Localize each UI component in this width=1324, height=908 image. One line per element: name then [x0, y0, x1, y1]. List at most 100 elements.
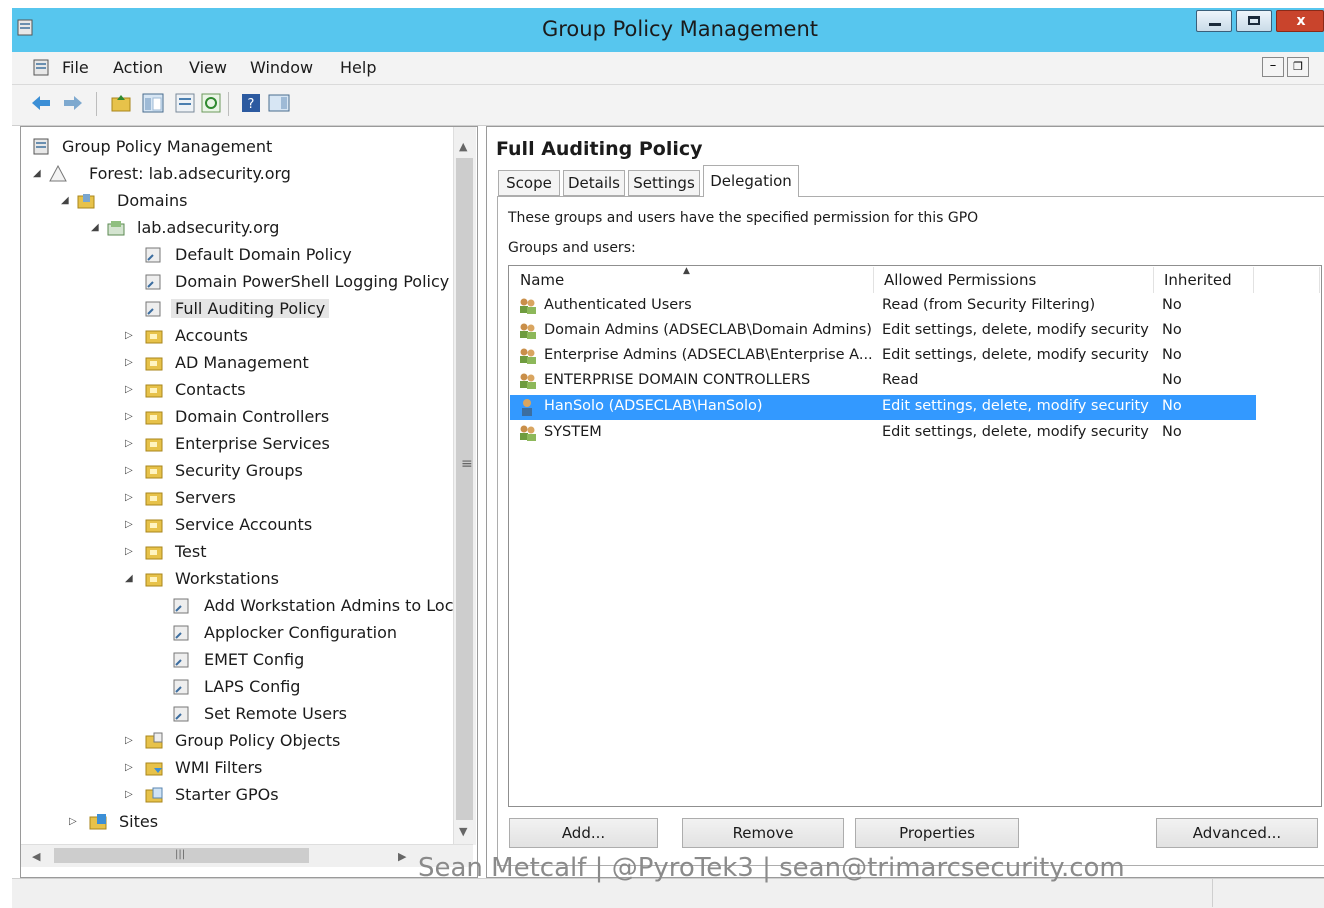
- menu-view[interactable]: View: [189, 58, 227, 77]
- maximize-button[interactable]: [1236, 10, 1272, 32]
- gpo-link-icon: [173, 678, 191, 696]
- scroll-left-icon[interactable]: ◀: [32, 850, 40, 863]
- tree-label: AD Management: [175, 353, 309, 372]
- row-inherited: No: [1162, 347, 1182, 363]
- help-icon: ?: [242, 94, 260, 112]
- user-icon: [518, 398, 538, 416]
- forward-button[interactable]: [62, 92, 84, 114]
- column-header-name[interactable]: Name: [510, 267, 874, 293]
- tree-label: Contacts: [175, 380, 246, 399]
- tree-vertical-scroll-thumb[interactable]: [456, 158, 473, 820]
- expand-icon[interactable]: ▷: [125, 465, 135, 476]
- expand-icon[interactable]: ▷: [125, 357, 135, 368]
- watermark-text: Sean Metcalf | @PyroTek3 | sean@trimarcs…: [418, 853, 1125, 883]
- expand-icon[interactable]: ▷: [125, 735, 135, 746]
- tree-label: Workstations: [175, 569, 279, 588]
- row-inherited: No: [1162, 297, 1182, 313]
- svg-text:?: ?: [248, 97, 255, 112]
- ou-folder-icon: [145, 327, 163, 345]
- expand-icon[interactable]: ▷: [125, 438, 135, 449]
- tab-details[interactable]: Details: [563, 170, 625, 196]
- tab-scope[interactable]: Scope: [498, 170, 560, 196]
- expand-icon[interactable]: ▷: [125, 411, 135, 422]
- up-folder-button[interactable]: [110, 92, 132, 114]
- tree-label: Group Policy Objects: [175, 731, 341, 750]
- minimize-button[interactable]: [1196, 10, 1232, 32]
- scroll-right-icon[interactable]: ▶: [398, 850, 406, 863]
- row-name: SYSTEM: [544, 424, 602, 440]
- menu-file[interactable]: File: [62, 58, 89, 77]
- permission-row[interactable]: ENTERPRISE DOMAIN CONTROLLERS Read No: [510, 369, 1256, 394]
- gpo-link-icon: [173, 624, 191, 642]
- tab-delegation[interactable]: Delegation: [703, 165, 799, 197]
- mdi-restore-button[interactable]: ❐: [1287, 57, 1309, 77]
- properties-button[interactable]: Properties: [855, 818, 1019, 848]
- collapse-icon[interactable]: ◢: [33, 168, 43, 179]
- tree-label: WMI Filters: [175, 758, 263, 777]
- menu-help[interactable]: Help: [340, 58, 376, 77]
- permission-row-selected[interactable]: HanSolo (ADSECLAB\HanSolo) Edit settings…: [510, 395, 1256, 420]
- tree-label: Group Policy Management: [62, 137, 273, 156]
- expand-icon[interactable]: ▷: [125, 789, 135, 800]
- tree-label: LAPS Config: [204, 677, 301, 696]
- permission-row[interactable]: Domain Admins (ADSECLAB\Domain Admins) E…: [510, 319, 1256, 344]
- tree-label: Enterprise Services: [175, 434, 330, 453]
- ou-folder-icon: [145, 381, 163, 399]
- help-button[interactable]: ?: [240, 92, 262, 114]
- collapse-icon[interactable]: ◢: [61, 195, 71, 206]
- row-inherited: No: [1162, 322, 1182, 338]
- expand-icon[interactable]: ▷: [125, 492, 135, 503]
- permission-row[interactable]: Enterprise Admins (ADSECLAB\Enterprise A…: [510, 344, 1256, 369]
- close-button[interactable]: x: [1276, 10, 1324, 32]
- scroll-down-icon[interactable]: ▼: [459, 825, 467, 838]
- mdi-minimize-button[interactable]: –: [1262, 57, 1284, 77]
- collapse-icon[interactable]: ◢: [125, 573, 135, 584]
- console-tree[interactable]: Group Policy Management ◢ Forest: lab.ad…: [20, 126, 478, 878]
- domain-icon: [107, 219, 125, 237]
- expand-icon[interactable]: ▷: [69, 816, 79, 827]
- menu-window[interactable]: Window: [250, 58, 313, 77]
- gpm-root-icon: [33, 138, 51, 156]
- sites-icon: [89, 813, 107, 831]
- expand-icon[interactable]: ▷: [125, 384, 135, 395]
- add-button[interactable]: Add...: [509, 818, 658, 848]
- expand-icon[interactable]: ▷: [125, 546, 135, 557]
- row-permission: Read (from Security Filtering): [882, 297, 1096, 313]
- row-permission: Edit settings, delete, modify security: [882, 347, 1149, 363]
- expand-icon[interactable]: ▷: [125, 519, 135, 530]
- tree-label: Sites: [119, 812, 159, 831]
- row-permission: Edit settings, delete, modify security: [882, 322, 1149, 338]
- back-arrow-icon: [32, 96, 50, 110]
- tree-label: Test: [175, 542, 207, 561]
- expand-icon[interactable]: ▷: [125, 330, 135, 341]
- remove-button[interactable]: Remove: [682, 818, 844, 848]
- collapse-icon[interactable]: ◢: [91, 222, 101, 233]
- row-name: Enterprise Admins (ADSECLAB\Enterprise A…: [544, 347, 873, 363]
- mmc-document-icon[interactable]: [32, 58, 52, 78]
- tree-label: Domain Controllers: [175, 407, 330, 426]
- show-hide-tree-button[interactable]: [142, 92, 164, 114]
- refresh-button[interactable]: [200, 92, 222, 114]
- column-header-inherited[interactable]: Inherited: [1154, 267, 1254, 293]
- column-header-permissions[interactable]: Allowed Permissions: [874, 267, 1154, 293]
- console-tree-icon: [142, 93, 164, 113]
- policy-title: Full Auditing Policy: [496, 138, 703, 160]
- scroll-up-icon[interactable]: ▲: [459, 140, 467, 153]
- permission-row[interactable]: SYSTEM Edit settings, delete, modify sec…: [510, 421, 1256, 446]
- properties-toolbar-button[interactable]: [174, 92, 196, 114]
- close-icon: x: [1296, 13, 1306, 29]
- tree-label: Forest: lab.adsecurity.org: [89, 164, 291, 183]
- sort-ascending-icon: ▲: [683, 266, 690, 276]
- row-name: Domain Admins (ADSECLAB\Domain Admins): [544, 322, 872, 338]
- advanced-button[interactable]: Advanced...: [1156, 818, 1318, 848]
- tab-settings[interactable]: Settings: [628, 170, 700, 196]
- group-icon: [518, 347, 538, 365]
- show-action-pane-button[interactable]: [268, 92, 290, 114]
- expand-icon[interactable]: ▷: [125, 762, 135, 773]
- back-button[interactable]: [30, 92, 52, 114]
- menu-action[interactable]: Action: [113, 58, 163, 77]
- tree-label: Set Remote Users: [204, 704, 347, 723]
- permission-row[interactable]: Authenticated Users Read (from Security …: [510, 294, 1256, 319]
- minimize-icon: [1209, 23, 1221, 26]
- properties-icon: [175, 93, 195, 113]
